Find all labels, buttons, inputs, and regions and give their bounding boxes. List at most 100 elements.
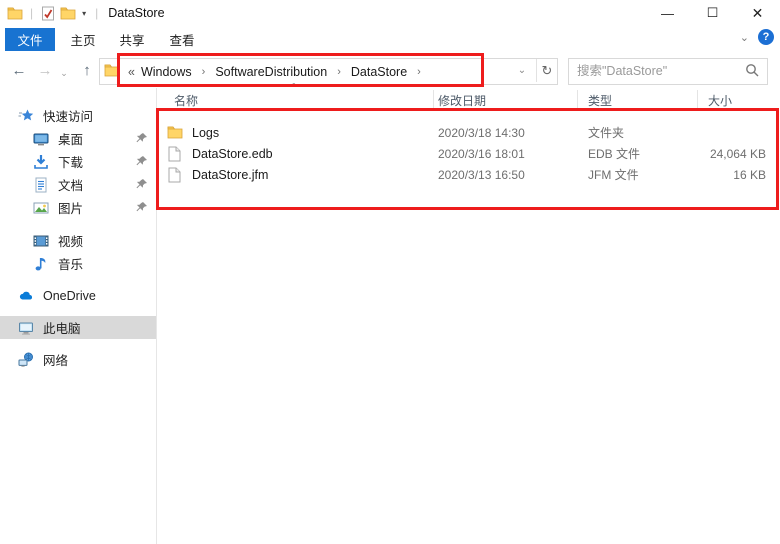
videos-icon [33, 233, 49, 249]
sidebar-item-label: 图片 [58, 198, 83, 217]
titlebar-separator-2: | [95, 6, 98, 20]
navigation-pane: 快速访问 桌面 下载 文档 [0, 88, 156, 544]
sidebar-item-downloads[interactable]: 下载 [0, 150, 156, 173]
sidebar-item-label: 桌面 [58, 129, 83, 148]
file-type: EDB 文件 [578, 145, 698, 162]
breadcrumb: « Windows › SoftwareDistribution › DataS… [126, 65, 429, 79]
column-header-size[interactable]: 大小 [698, 90, 778, 110]
breadcrumb-item-windows[interactable]: Windows [139, 65, 194, 79]
navigation-bar: ← → ⌄ ↑ « Windows › SoftwareDistribution… [0, 52, 780, 89]
help-icon[interactable]: ? [758, 29, 774, 45]
file-type: JFM 文件 [578, 166, 698, 183]
this-pc-icon [18, 320, 34, 336]
forward-button[interactable]: → [36, 61, 54, 79]
search-box [568, 58, 768, 85]
address-folder-icon [104, 63, 120, 80]
sidebar-item-this-pc[interactable]: 此电脑 [0, 316, 156, 339]
breadcrumb-item-softwaredistribution[interactable]: SoftwareDistribution [213, 65, 329, 79]
downloads-icon [33, 154, 49, 170]
sidebar-item-label: OneDrive [43, 289, 96, 303]
qat-dropdown-icon[interactable]: ▾ [78, 3, 90, 23]
properties-icon[interactable] [38, 3, 58, 23]
search-icon[interactable] [745, 63, 760, 81]
file-name: DataStore.edb [192, 147, 273, 161]
address-dropdown-icon[interactable]: ⌄ [513, 59, 531, 82]
sidebar-item-label: 快速访问 [43, 106, 93, 125]
pin-icon [135, 132, 148, 145]
new-folder-icon[interactable] [58, 3, 78, 23]
sidebar-item-music[interactable]: 音乐 [0, 252, 156, 275]
refresh-icon[interactable]: ↻ [536, 59, 557, 82]
quick-access-icon [18, 108, 34, 124]
desktop-icon [33, 131, 49, 147]
music-icon [33, 256, 49, 272]
sidebar-spacer [0, 307, 156, 316]
sidebar-item-documents[interactable]: 文档 [0, 173, 156, 196]
sidebar-item-label: 视频 [58, 231, 83, 250]
file-icon [167, 167, 183, 183]
breadcrumb-overflow-icon[interactable]: « [126, 65, 139, 79]
sidebar-item-label: 网络 [43, 350, 68, 369]
column-header-type[interactable]: 类型 [578, 90, 698, 110]
file-date: 2020/3/18 14:30 [434, 126, 578, 140]
tab-home[interactable]: 主页 [63, 28, 103, 51]
sidebar-item-quick-access[interactable]: 快速访问 [0, 104, 156, 127]
app-folder-icon [5, 3, 25, 23]
sidebar-item-label: 文档 [58, 175, 83, 194]
column-header-date-modified[interactable]: 修改日期 [434, 90, 578, 110]
sidebar-item-network[interactable]: 网络 [0, 348, 156, 371]
maximize-button[interactable]: ☐ [690, 0, 735, 26]
breadcrumb-item-datastore[interactable]: DataStore [349, 65, 409, 79]
ribbon-tab-row: 文件 主页 共享 查看 ⌄ ? [0, 26, 780, 53]
file-name: Logs [192, 126, 219, 140]
file-type: 文件夹 [578, 124, 698, 141]
main-area: 快速访问 桌面 下载 文档 [0, 88, 780, 544]
search-input[interactable] [569, 59, 747, 82]
titlebar: | ▾ | DataStore — ☐ ✕ [0, 0, 780, 26]
sidebar-item-pictures[interactable]: 图片 [0, 196, 156, 219]
tab-view[interactable]: 查看 [162, 28, 202, 51]
sidebar-item-label: 此电脑 [43, 318, 81, 337]
file-date: 2020/3/16 18:01 [434, 147, 578, 161]
breadcrumb-separator-icon[interactable]: › [409, 66, 429, 78]
file-size: 16 KB [698, 168, 766, 182]
tab-file[interactable]: 文件 [5, 28, 55, 51]
close-button[interactable]: ✕ [735, 0, 780, 26]
file-row-datastore-edb[interactable]: DataStore.edb 2020/3/16 18:01 EDB 文件 24,… [157, 143, 780, 164]
breadcrumb-separator-icon[interactable]: › [329, 66, 349, 78]
history-dropdown-icon[interactable]: ⌄ [58, 64, 70, 82]
file-row-datastore-jfm[interactable]: DataStore.jfm 2020/3/13 16:50 JFM 文件 16 … [157, 164, 780, 185]
ribbon-expand-icon[interactable]: ⌄ [740, 31, 749, 44]
column-header-row: ˆ 名称 修改日期 类型 大小 [157, 90, 780, 110]
folder-icon [167, 125, 183, 141]
pin-icon [135, 155, 148, 168]
back-button[interactable]: ← [10, 61, 28, 79]
window-title: DataStore [108, 6, 164, 20]
sidebar-item-label: 音乐 [58, 254, 83, 273]
sidebar-item-label: 下载 [58, 152, 83, 171]
file-name: DataStore.jfm [192, 168, 268, 182]
file-icon [167, 146, 183, 162]
file-row-logs[interactable]: Logs 2020/3/18 14:30 文件夹 [157, 122, 780, 143]
minimize-button[interactable]: — [645, 0, 690, 26]
sort-ascending-icon: ˆ [292, 82, 296, 94]
sidebar-item-videos[interactable]: 视频 [0, 229, 156, 252]
sidebar-item-onedrive[interactable]: OneDrive [0, 284, 156, 307]
onedrive-icon [18, 288, 34, 304]
sidebar-spacer [0, 339, 156, 348]
breadcrumb-separator-icon[interactable]: › [194, 66, 214, 78]
documents-icon [33, 177, 49, 193]
address-bar[interactable]: « Windows › SoftwareDistribution › DataS… [99, 58, 558, 85]
sidebar-item-desktop[interactable]: 桌面 [0, 127, 156, 150]
tab-share[interactable]: 共享 [112, 28, 152, 51]
file-date: 2020/3/13 16:50 [434, 168, 578, 182]
pin-icon [135, 201, 148, 214]
sidebar-spacer [0, 219, 156, 229]
sidebar-spacer [0, 275, 156, 284]
up-button[interactable]: ↑ [78, 61, 96, 79]
window-controls: — ☐ ✕ [645, 0, 780, 26]
pictures-icon [33, 200, 49, 216]
file-size: 24,064 KB [698, 147, 766, 161]
titlebar-separator: | [30, 6, 33, 20]
network-icon [18, 352, 34, 368]
